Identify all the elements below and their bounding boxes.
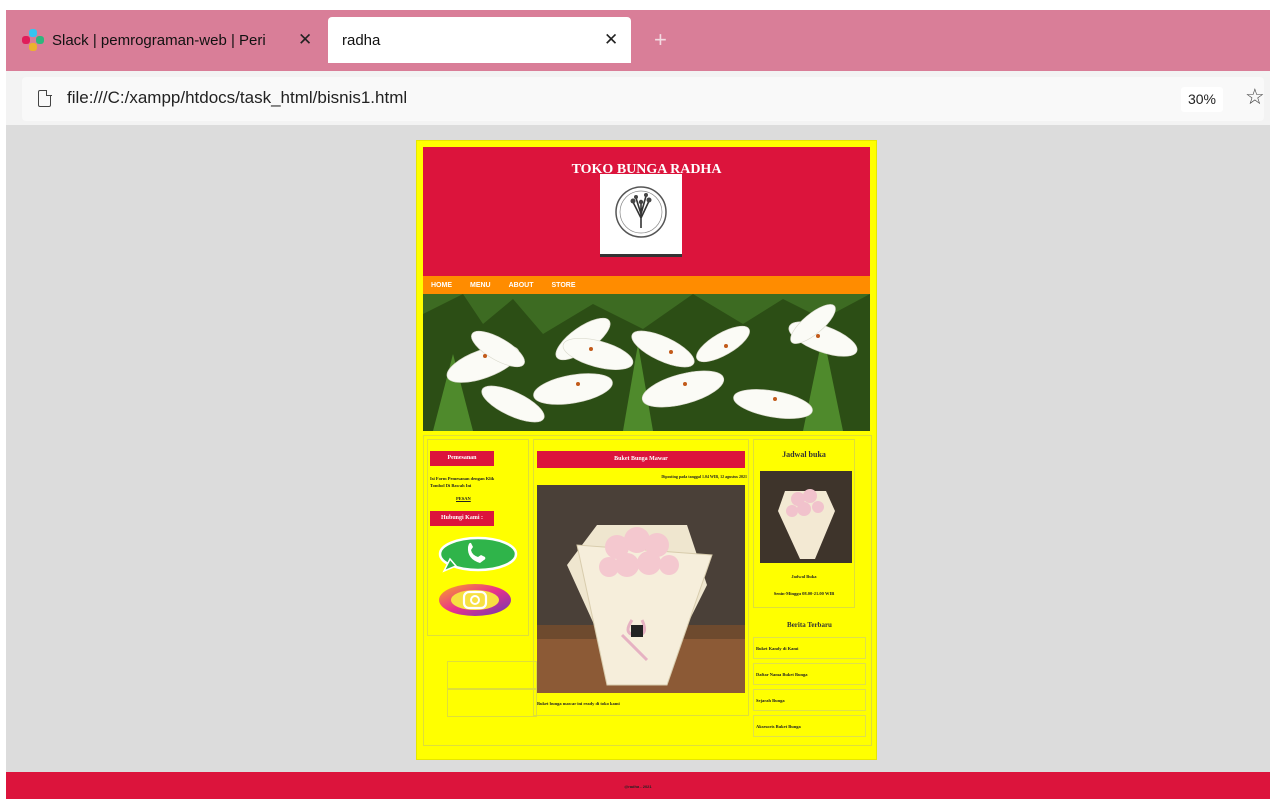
tab-bar: Slack | pemrograman-web | Peri ✕ radha ✕… — [6, 10, 1270, 71]
tab-title: Slack | pemrograman-web | Peri — [52, 31, 266, 49]
schedule-hours: Senin-Minggu 08.00-21.00 WIB — [773, 591, 835, 596]
schedule-image — [760, 471, 852, 563]
browser-window: Slack | pemrograman-web | Peri ✕ radha ✕… — [6, 10, 1270, 799]
news-title: Berita Terbaru — [787, 621, 832, 629]
news-item[interactable]: Buket Kandy di Kami — [753, 637, 866, 659]
news-item[interactable]: Sejarah Bunga — [753, 689, 866, 711]
nav-menu[interactable]: MENU — [470, 282, 491, 289]
logo — [600, 174, 682, 257]
site-nav: HOME MENU ABOUT STORE — [423, 276, 870, 294]
tab-radha[interactable]: radha ✕ — [328, 17, 631, 63]
page-viewport[interactable]: TOKO BUNGA RADHA HOME MENU ABOUT STORE P… — [6, 125, 1270, 772]
close-icon[interactable]: ✕ — [604, 30, 618, 50]
tab-slack[interactable]: Slack | pemrograman-web | Peri ✕ — [22, 17, 312, 63]
news-item[interactable]: Aksesoris Buket Bunga — [753, 715, 866, 737]
image-caption: Buket bunga mawar ini ready di toko kami — [537, 701, 620, 706]
hero-image — [423, 294, 870, 431]
address-bar-row: file:///C:/xampp/htdocs/task_html/bisnis… — [6, 71, 1270, 125]
schedule-label: Jadwal Buka — [791, 574, 817, 579]
empty-box — [447, 661, 537, 689]
instagram-icon[interactable] — [437, 582, 513, 623]
nav-about[interactable]: ABOUT — [509, 282, 534, 289]
nav-home[interactable]: HOME — [431, 282, 452, 289]
address-bar[interactable]: file:///C:/xampp/htdocs/task_html/bisnis… — [22, 77, 1265, 121]
order-heading: Pemesanan — [430, 451, 494, 466]
tab-title: radha — [342, 31, 381, 49]
news-item[interactable]: Daftar Nama Buket Bunga — [753, 663, 866, 685]
footer-text: @radha - 2021 — [624, 784, 652, 789]
close-icon[interactable]: ✕ — [298, 30, 312, 50]
url-text[interactable]: file:///C:/xampp/htdocs/task_html/bisnis… — [67, 88, 407, 108]
star-icon[interactable]: ☆ — [1245, 84, 1265, 110]
logo-caption-bar — [600, 254, 682, 257]
bouquet-image — [537, 485, 745, 693]
post-date: Diposting pada tanggal 1.04 WIB, 12 agus… — [661, 474, 747, 479]
nav-store[interactable]: STORE — [552, 282, 576, 289]
order-text: Isi Form Pemesanan dengan Klik Tombol Di… — [430, 476, 495, 488]
site-page: TOKO BUNGA RADHA HOME MENU ABOUT STORE P… — [416, 140, 877, 760]
contact-heading: Hubungi Kami : — [430, 511, 494, 526]
whatsapp-icon[interactable] — [434, 535, 518, 580]
empty-box — [447, 689, 537, 717]
slack-icon — [22, 29, 44, 51]
new-tab-button[interactable]: + — [654, 27, 667, 53]
schedule-title: Jadwal buka — [782, 450, 826, 459]
order-link[interactable]: PESAN — [456, 496, 471, 501]
main-heading: Buket Bunga Mawar — [537, 451, 745, 468]
zoom-level-button[interactable]: 30% — [1181, 87, 1223, 112]
page-icon[interactable] — [38, 89, 52, 107]
site-footer: @radha - 2021 — [6, 772, 1270, 799]
